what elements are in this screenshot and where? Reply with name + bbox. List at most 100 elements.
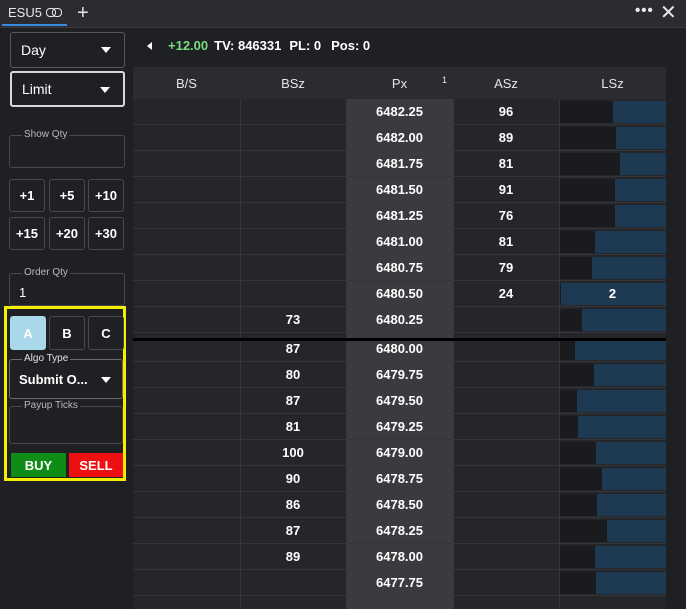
- cell-px[interactable]: 6478.00: [346, 544, 453, 569]
- cell-bs[interactable]: [133, 388, 240, 413]
- cell-px[interactable]: 6482.00: [346, 125, 453, 150]
- cell-px[interactable]: 6480.25: [346, 307, 453, 332]
- cell-px[interactable]: 6477.75: [346, 570, 453, 595]
- duration-select[interactable]: Day: [10, 32, 125, 68]
- header-bs[interactable]: B/S: [133, 67, 240, 99]
- cell-bs[interactable]: [133, 544, 240, 569]
- ladder-row[interactable]: 90 6478.75: [133, 466, 666, 492]
- cell-asz[interactable]: 24: [453, 281, 559, 306]
- cell-lsz[interactable]: [559, 388, 666, 413]
- header-asz[interactable]: ASz: [453, 67, 559, 99]
- cell-px[interactable]: 6479.75: [346, 362, 453, 387]
- cell-px[interactable]: 6481.75: [346, 151, 453, 176]
- tab-esu5[interactable]: ESU5: [2, 1, 67, 26]
- cell-asz[interactable]: [453, 414, 559, 439]
- cell-lsz[interactable]: [559, 544, 666, 569]
- cell-px[interactable]: 6478.50: [346, 492, 453, 517]
- show-qty-field[interactable]: Show Qty: [9, 129, 125, 168]
- header-bsz[interactable]: BSz: [240, 67, 346, 99]
- cell-px[interactable]: 6479.00: [346, 440, 453, 465]
- qty-plus-20-button[interactable]: +20: [49, 217, 85, 250]
- ladder-row[interactable]: 80 6479.75: [133, 362, 666, 388]
- ladder-row[interactable]: 6481.75 81: [133, 151, 666, 177]
- cell-px[interactable]: 6478.25: [346, 518, 453, 543]
- ladder-row[interactable]: 100 6479.00: [133, 440, 666, 466]
- cell-px[interactable]: 6480.50: [346, 281, 453, 306]
- cell-bs[interactable]: [133, 466, 240, 491]
- payup-ticks-field[interactable]: Payup Ticks: [9, 400, 123, 444]
- cell-bs[interactable]: [133, 307, 240, 332]
- cell-bs[interactable]: [133, 570, 240, 595]
- cell-lsz[interactable]: [559, 255, 666, 280]
- cell-lsz[interactable]: [559, 414, 666, 439]
- cell-lsz[interactable]: [559, 492, 666, 517]
- cell-asz[interactable]: 76: [453, 203, 559, 228]
- cell-lsz[interactable]: [559, 99, 666, 124]
- cell-bs[interactable]: [133, 492, 240, 517]
- cell-bsz[interactable]: [240, 99, 346, 124]
- cell-bsz[interactable]: 81: [240, 414, 346, 439]
- cell-asz[interactable]: 79: [453, 255, 559, 280]
- cell-asz[interactable]: [453, 466, 559, 491]
- cell-asz[interactable]: [453, 307, 559, 332]
- cell-asz[interactable]: [453, 388, 559, 413]
- cell-asz[interactable]: [453, 362, 559, 387]
- order-type-select[interactable]: Limit: [10, 71, 125, 107]
- cell-px[interactable]: 6479.25: [346, 414, 453, 439]
- cell-bsz[interactable]: 89: [240, 544, 346, 569]
- cell-bsz[interactable]: [240, 570, 346, 595]
- cell-px[interactable]: 6480.75: [346, 255, 453, 280]
- cell-bs[interactable]: [133, 203, 240, 228]
- cell-bsz[interactable]: [240, 255, 346, 280]
- cell-bsz[interactable]: [240, 203, 346, 228]
- ladder-row[interactable]: 6480.50 24 2: [133, 281, 666, 307]
- header-px[interactable]: Px: [346, 67, 453, 99]
- cell-asz[interactable]: [453, 518, 559, 543]
- cell-bsz[interactable]: 86: [240, 492, 346, 517]
- qty-plus-10-button[interactable]: +10: [88, 179, 124, 212]
- algo-a-button[interactable]: A: [10, 316, 46, 350]
- cell-px[interactable]: 6478.75: [346, 466, 453, 491]
- ladder-row[interactable]: 87 6478.25: [133, 518, 666, 544]
- ladder-row[interactable]: 6481.25 76: [133, 203, 666, 229]
- more-options-icon[interactable]: •••: [635, 3, 654, 18]
- cell-bsz[interactable]: [240, 281, 346, 306]
- cell-asz[interactable]: 81: [453, 151, 559, 176]
- ladder-row[interactable]: 6481.50 91: [133, 177, 666, 203]
- cell-bs[interactable]: [133, 518, 240, 543]
- cell-asz[interactable]: 91: [453, 177, 559, 202]
- cell-bs[interactable]: [133, 440, 240, 465]
- cell-lsz[interactable]: [559, 203, 666, 228]
- ladder-row[interactable]: 6480.75 79: [133, 255, 666, 281]
- cell-asz[interactable]: [453, 440, 559, 465]
- header-lsz[interactable]: LSz: [559, 67, 666, 99]
- close-icon[interactable]: ✕: [660, 2, 677, 24]
- cell-asz[interactable]: [453, 492, 559, 517]
- cell-lsz[interactable]: [559, 177, 666, 202]
- cell-lsz[interactable]: [559, 125, 666, 150]
- cell-lsz[interactable]: [559, 466, 666, 491]
- algo-type-select[interactable]: Algo Type Submit O...: [9, 353, 123, 399]
- ladder-row[interactable]: 81 6479.25: [133, 414, 666, 440]
- sell-button[interactable]: SELL: [69, 453, 123, 477]
- cell-bs[interactable]: [133, 255, 240, 280]
- algo-c-button[interactable]: C: [88, 316, 124, 350]
- cell-bsz[interactable]: [240, 177, 346, 202]
- cell-asz[interactable]: 96: [453, 99, 559, 124]
- cell-bs[interactable]: [133, 99, 240, 124]
- cell-lsz[interactable]: [559, 362, 666, 387]
- cell-asz[interactable]: [453, 544, 559, 569]
- cell-bs[interactable]: [133, 362, 240, 387]
- cell-bsz[interactable]: 90: [240, 466, 346, 491]
- cell-bsz[interactable]: 87: [240, 518, 346, 543]
- cell-bs[interactable]: [133, 125, 240, 150]
- cell-bsz[interactable]: 87: [240, 388, 346, 413]
- cell-lsz[interactable]: 2: [559, 281, 666, 306]
- ladder-row[interactable]: 6482.25 96: [133, 99, 666, 125]
- buy-button[interactable]: BUY: [11, 453, 66, 477]
- cell-asz[interactable]: [453, 570, 559, 595]
- ladder-row[interactable]: 6481.00 81: [133, 229, 666, 255]
- ladder-row[interactable]: 89 6478.00: [133, 544, 666, 570]
- ladder-row[interactable]: 6482.00 89: [133, 125, 666, 151]
- cell-bsz[interactable]: 100: [240, 440, 346, 465]
